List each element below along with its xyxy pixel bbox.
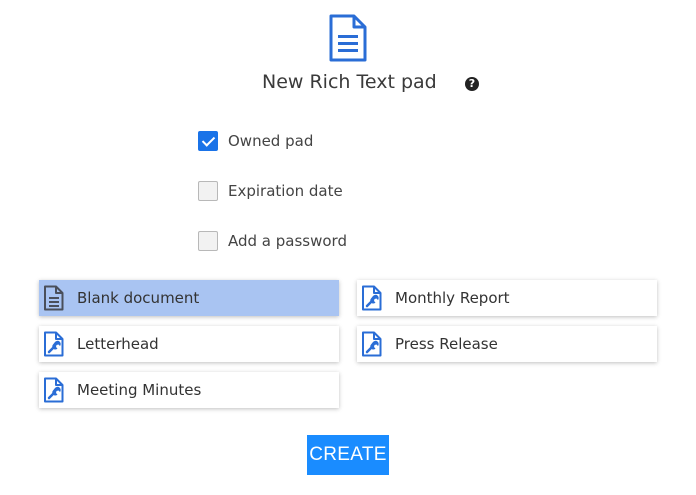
add-password-checkbox[interactable] bbox=[198, 231, 218, 251]
expiration-date-checkbox[interactable] bbox=[198, 181, 218, 201]
template-blank-document[interactable]: Blank document bbox=[39, 280, 339, 316]
page-title: New Rich Text pad bbox=[262, 71, 437, 93]
create-button[interactable]: CREATE bbox=[307, 435, 389, 475]
template-press-release[interactable]: Press Release bbox=[357, 326, 657, 362]
template-label: Monthly Report bbox=[395, 289, 510, 307]
template-label: Blank document bbox=[77, 289, 200, 307]
add-password-label: Add a password bbox=[228, 232, 347, 250]
question-circle-icon[interactable]: ? bbox=[465, 77, 479, 91]
add-password-option[interactable]: Add a password bbox=[198, 231, 347, 251]
expiration-date-label: Expiration date bbox=[228, 182, 343, 200]
template-label: Meeting Minutes bbox=[77, 381, 202, 399]
template-letterhead[interactable]: Letterhead bbox=[39, 326, 339, 362]
template-label: Press Release bbox=[395, 335, 498, 353]
document-wrench-icon bbox=[41, 376, 67, 404]
template-label: Letterhead bbox=[77, 335, 159, 353]
template-monthly-report[interactable]: Monthly Report bbox=[357, 280, 657, 316]
rich-text-document-icon bbox=[326, 13, 370, 63]
owned-pad-checkbox[interactable] bbox=[198, 131, 218, 151]
template-meeting-minutes[interactable]: Meeting Minutes bbox=[39, 372, 339, 408]
document-wrench-icon bbox=[359, 330, 385, 358]
document-wrench-icon bbox=[41, 330, 67, 358]
expiration-date-option[interactable]: Expiration date bbox=[198, 181, 343, 201]
document-icon bbox=[41, 284, 67, 312]
owned-pad-label: Owned pad bbox=[228, 132, 314, 150]
document-wrench-icon bbox=[359, 284, 385, 312]
owned-pad-option[interactable]: Owned pad bbox=[198, 131, 313, 151]
